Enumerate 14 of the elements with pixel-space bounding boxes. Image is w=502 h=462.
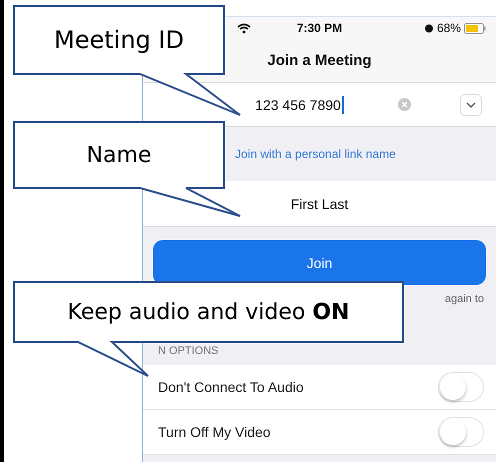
option-label: Turn Off My Video	[158, 424, 271, 440]
callout-text: Meeting ID	[54, 26, 184, 54]
screen-title: Join a Meeting	[267, 52, 372, 69]
meeting-id-field[interactable]: 123 456 7890	[143, 83, 496, 127]
join-button[interactable]: Join	[153, 240, 486, 285]
name-field[interactable]: First Last	[143, 181, 496, 227]
callout-text: Name	[86, 142, 152, 168]
join-note: again to	[444, 293, 484, 307]
option-label: Don't Connect To Audio	[158, 379, 304, 395]
status-time: 7:30 PM	[296, 21, 342, 35]
section-header: N OPTIONS	[158, 345, 219, 357]
personal-link[interactable]: Join with a personal link name	[235, 147, 396, 161]
callout-text: Keep audio and video ON	[68, 300, 350, 324]
battery-percent: 68%	[436, 21, 461, 35]
